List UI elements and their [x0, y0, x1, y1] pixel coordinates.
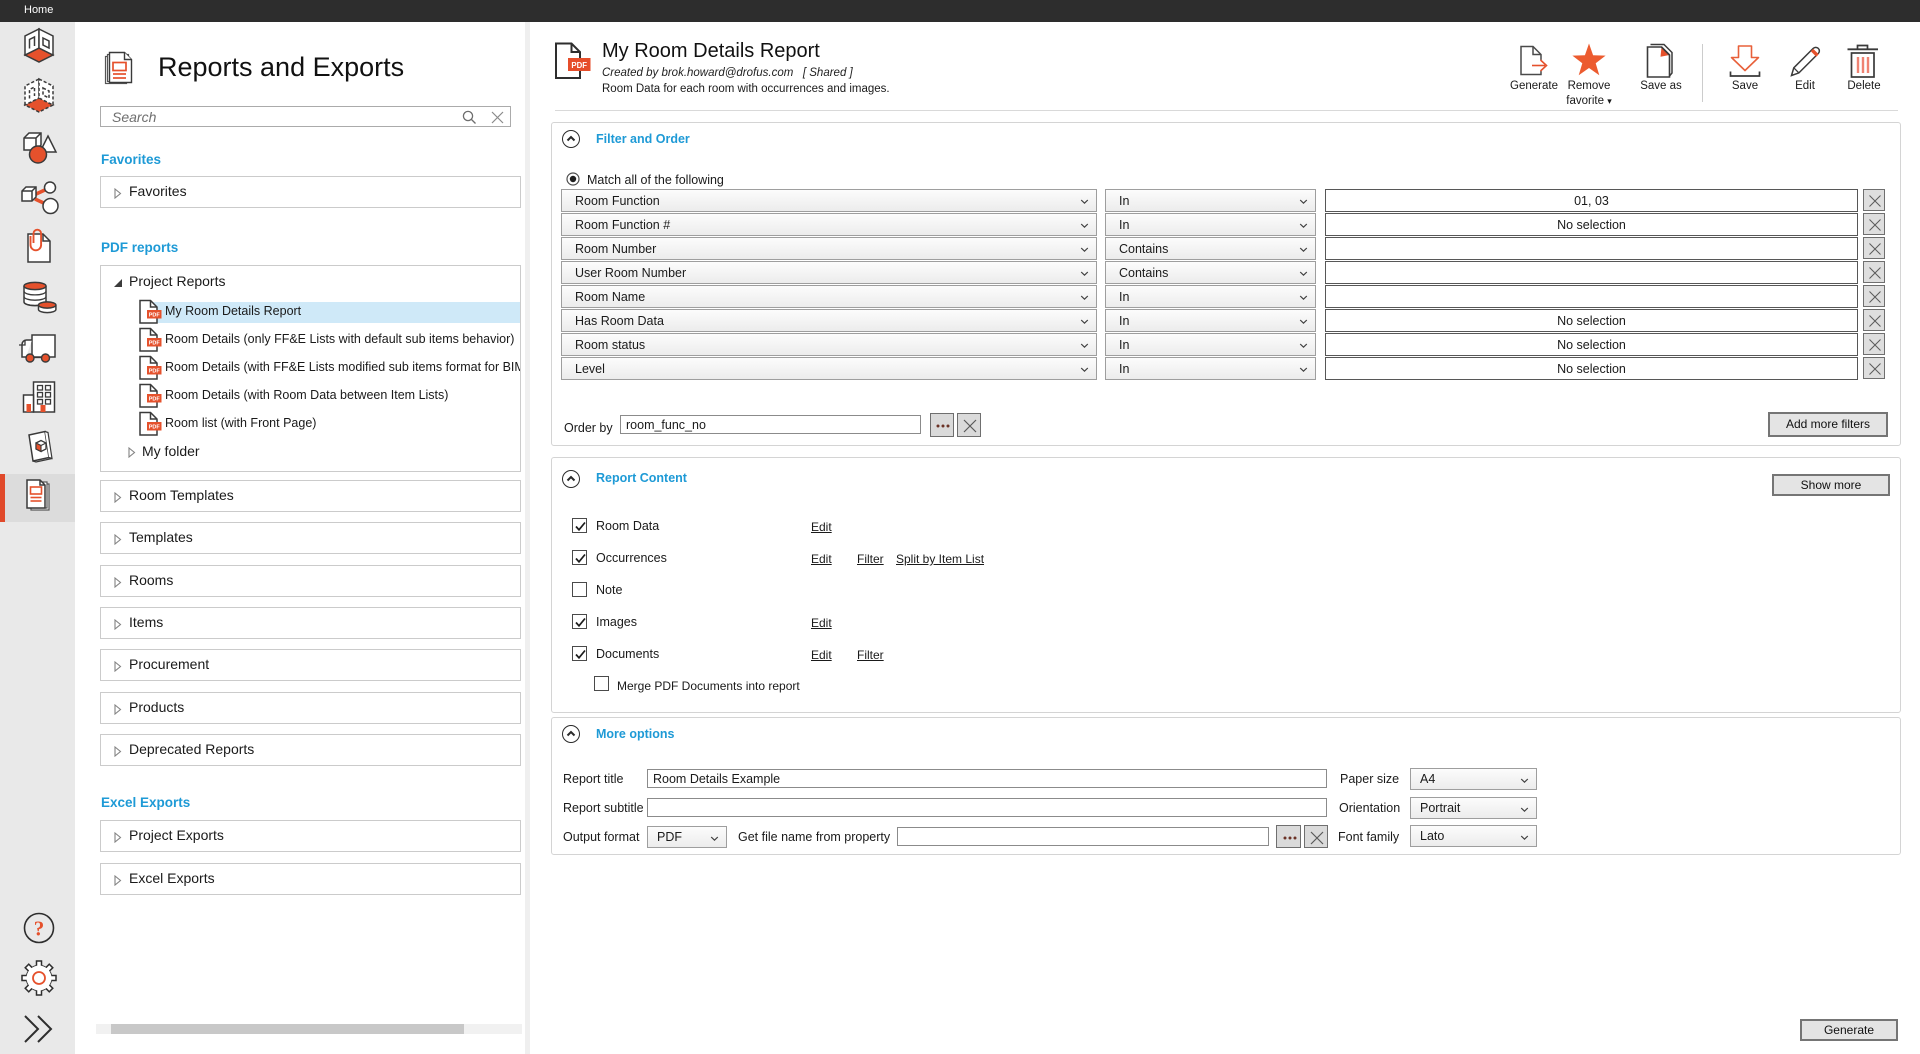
- svg-text:?: ?: [34, 917, 45, 941]
- svg-text:PDF: PDF: [149, 396, 161, 402]
- svg-text:PDF: PDF: [149, 312, 161, 318]
- svg-text:PDF: PDF: [571, 61, 587, 70]
- svg-text:PDF: PDF: [149, 424, 161, 430]
- svg-text:PDF: PDF: [149, 340, 161, 346]
- svg-text:PDF: PDF: [149, 368, 161, 374]
